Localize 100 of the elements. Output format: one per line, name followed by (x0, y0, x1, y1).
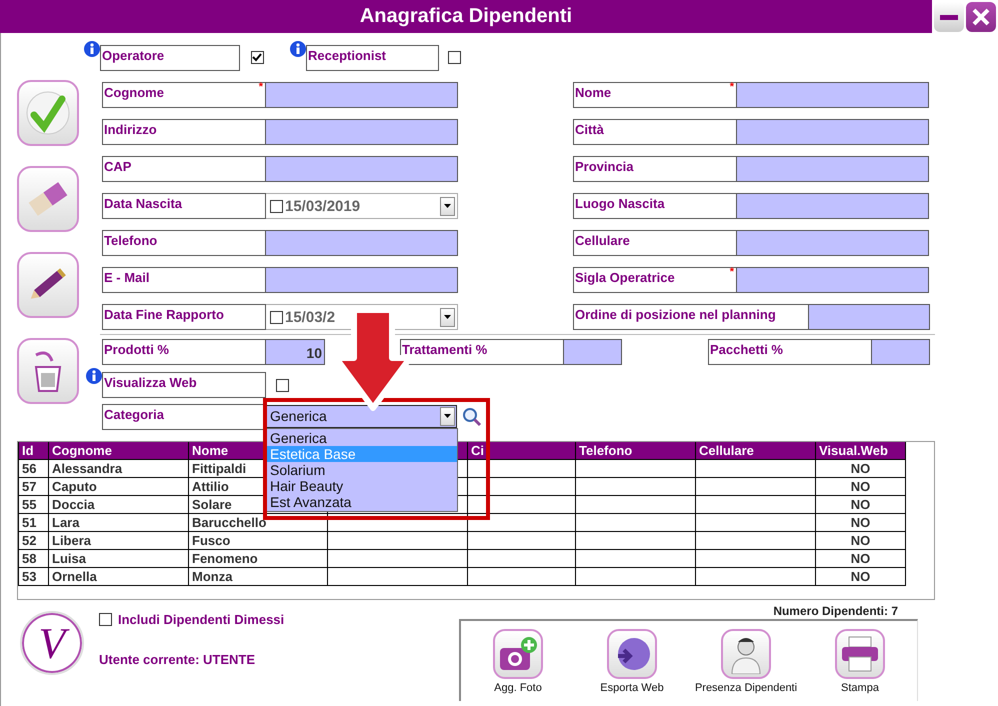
column-header[interactable]: Id (18, 442, 48, 459)
table-cell: NO (816, 477, 906, 495)
field-label: Cognome * (102, 82, 266, 108)
checkbox-label: Includi Dipendenti Dimessi (118, 612, 284, 627)
required-mark: * (730, 81, 734, 93)
checkbox[interactable] (276, 378, 288, 392)
field-label: Provincia (573, 156, 737, 182)
table-cell: Doccia (48, 495, 188, 513)
input-field[interactable] (737, 119, 929, 145)
info-icon[interactable] (86, 368, 102, 384)
column-header[interactable]: Ci (468, 442, 576, 459)
search-icon[interactable] (462, 407, 482, 427)
printer-icon (840, 635, 880, 673)
close-icon (972, 8, 990, 26)
table-cell: 53 (18, 567, 48, 585)
camera-plus-icon (498, 636, 538, 672)
table-cell: NO (816, 495, 906, 513)
field-label: Data Nascita (102, 193, 266, 219)
table-cell: Lara (48, 513, 188, 531)
caret-icon (444, 315, 451, 319)
table-cell: Ornella (48, 567, 188, 585)
table-cell: Caputo (48, 477, 188, 495)
column-header[interactable]: Cognome (48, 442, 188, 459)
table-cell: 51 (18, 513, 48, 531)
window-title: Anagrafica Dipendenti (0, 0, 932, 33)
tool-button[interactable] (17, 166, 79, 232)
input-field[interactable] (872, 339, 930, 365)
table-cell: 55 (18, 495, 48, 513)
field-label: Trattamenti % (400, 339, 564, 365)
field-label: E - Mail (102, 267, 266, 293)
table-cell: 57 (18, 477, 48, 495)
info-icon[interactable] (290, 41, 306, 57)
required-mark: * (730, 266, 734, 278)
input-field[interactable] (737, 230, 929, 256)
checkbox[interactable] (99, 613, 112, 626)
field-label: Operatore (100, 44, 240, 70)
field-label: Città (573, 119, 737, 145)
table-cell: NO (816, 513, 906, 531)
current-user-text: Utente corrente: UTENTE (99, 652, 256, 667)
table-cell: Alessandra (48, 459, 188, 477)
field-label: Sigla Operatrice * (573, 267, 737, 293)
tool-button[interactable] (17, 338, 79, 404)
field-label: Ordine di posizione nel planning (573, 304, 809, 330)
caret-icon (444, 204, 451, 208)
table-cell: 52 (18, 531, 48, 549)
input-field[interactable] (266, 119, 458, 145)
field-label: Pacchetti % (708, 339, 872, 365)
field-label: Indirizzo (102, 119, 266, 145)
field-label: Luogo Nascita (573, 193, 737, 219)
input-field[interactable] (737, 193, 929, 219)
info-icon[interactable] (84, 41, 100, 57)
minimize-button[interactable] (934, 2, 964, 32)
minus-icon (940, 14, 958, 20)
table-cell: Barucchello (188, 513, 328, 531)
column-header[interactable]: Telefono (576, 442, 696, 459)
table-cell: Fenomeno (188, 549, 328, 567)
field-label: Visualizza Web (102, 372, 266, 398)
dropdown-option[interactable]: Est Avanzata (267, 494, 457, 510)
column-header[interactable]: Cellulare (696, 442, 816, 459)
input-field[interactable] (737, 156, 929, 182)
tool-button[interactable] (17, 252, 79, 318)
field-label: Nome * (573, 82, 737, 108)
employee-count: Numero Dipendenti: 7 (773, 604, 898, 618)
input-field[interactable] (809, 304, 930, 330)
input-field[interactable] (266, 82, 458, 108)
input-field[interactable] (737, 267, 929, 293)
date-picker[interactable]: 15/03/2019 (266, 193, 458, 219)
field-label: Prodotti % (102, 339, 266, 365)
input-field[interactable] (737, 82, 929, 108)
input-field[interactable] (266, 156, 458, 182)
table-cell: Libera (48, 531, 188, 549)
field-label: CAP (102, 156, 266, 182)
checkbox[interactable] (270, 310, 283, 324)
table-cell: NO (816, 567, 906, 585)
table-cell: Monza (188, 567, 328, 585)
toolbar-button[interactable]: Presenza Dipendenti (691, 629, 801, 701)
caret-icon (444, 414, 451, 418)
table-cell: NO (816, 531, 906, 549)
table-cell: NO (816, 549, 906, 567)
checkbox[interactable] (448, 51, 460, 64)
field-label: Data Fine Rapporto (102, 304, 266, 330)
dropdown-option[interactable]: Hair Beauty (267, 478, 457, 494)
field-label: Categoria (102, 404, 266, 430)
field-label: Cellulare (573, 230, 737, 256)
input-field[interactable]: 10 (266, 339, 325, 365)
logo: V (20, 611, 84, 675)
input-field[interactable] (266, 267, 458, 293)
field-label: Receptionist (306, 44, 439, 70)
toolbar-button[interactable]: Agg. Foto (463, 629, 573, 701)
toolbar-button[interactable]: Esporta Web (577, 629, 687, 701)
input-field[interactable] (266, 230, 458, 256)
toolbar-button[interactable]: Stampa (805, 629, 915, 701)
input-field[interactable] (564, 339, 622, 365)
dropdown-option[interactable]: Solarium (267, 462, 457, 478)
table-cell: Fusco (188, 531, 328, 549)
checkbox[interactable] (270, 200, 283, 212)
table-cell: Luisa (48, 549, 188, 567)
close-button[interactable] (966, 2, 996, 32)
checkbox[interactable] (250, 51, 264, 64)
column-header[interactable]: Visual.Web (816, 442, 906, 459)
